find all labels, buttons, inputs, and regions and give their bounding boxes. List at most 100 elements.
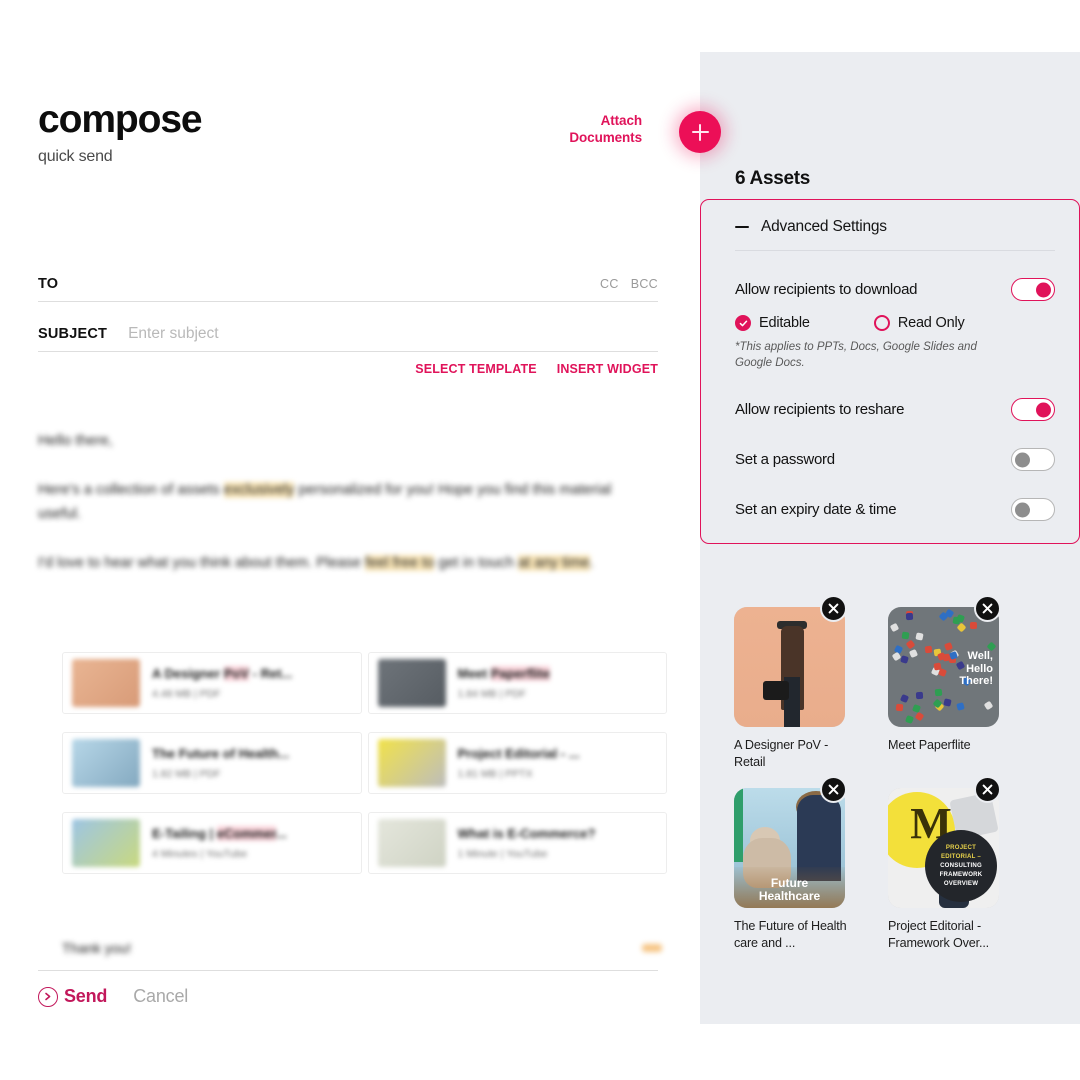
mail-asset-grid: A Designer PoV - Ret... 4.48 MB | PDF Meet…: [62, 652, 667, 892]
bcc-link[interactable]: BCC: [631, 277, 658, 291]
attach-line-2: Documents: [569, 130, 642, 146]
toggle-set-expiry[interactable]: [1011, 498, 1055, 522]
mail-asset-card[interactable]: Project Editorial - ... 1.81 MB | PPTX: [367, 732, 667, 794]
asset-thumbnail[interactable]: Well, Hello There!: [888, 607, 999, 727]
mail-body[interactable]: Hello there, Here's a collection of asse…: [38, 430, 668, 601]
mail-asset-thumbnail: [377, 819, 446, 867]
toggle-knob: [1015, 502, 1030, 518]
pin-decoration: [956, 702, 965, 711]
panel-asset-card[interactable]: A Designer PoV - Retail: [734, 595, 879, 772]
attach-documents-button[interactable]: [679, 111, 721, 153]
body-paragraph-1: Here's a collection of assets exclusivel…: [38, 479, 658, 526]
circle-icon: [873, 315, 890, 331]
mail-asset-thumbnail: [72, 739, 140, 787]
check-circle-icon: [735, 315, 751, 331]
mail-asset-title: Project Editorial - ...: [457, 746, 580, 761]
pin-decoration: [983, 700, 994, 711]
pin-decoration: [938, 667, 948, 677]
attach-documents-label[interactable]: Attach Documents: [569, 112, 642, 147]
cc-link[interactable]: CC: [600, 277, 619, 291]
asset-title: Meet Paperflite: [888, 738, 971, 752]
pin-decoration: [916, 691, 924, 699]
pin-decoration: [895, 703, 904, 712]
mail-asset-meta-text: 1.81 MB | PPTX: [457, 768, 533, 780]
panel-asset-grid: A Designer PoV - Retail Well, Hello There!…: [734, 595, 1054, 953]
mail-asset-title: Meet Paperflite: [457, 666, 550, 681]
mail-asset-meta-text: 4 Minutes | YouTube: [152, 848, 248, 860]
remove-asset-button[interactable]: [974, 775, 1001, 803]
circle-arrow-right-icon: [38, 986, 58, 1007]
pin-decoration: [899, 655, 909, 664]
mail-asset-title: The Future of Health...: [152, 746, 290, 761]
radio-editable[interactable]: Editable: [735, 315, 810, 331]
pin-decoration: [911, 703, 921, 713]
panel-asset-card[interactable]: Well, Hello There! Meet Paperflite: [888, 595, 1033, 772]
pin-decoration: [901, 631, 910, 640]
mail-asset-meta: A Designer PoV - Ret... 4.48 MB | PDF: [152, 666, 292, 700]
editable-readonly-radio-group: Editable Read Only: [735, 315, 1055, 331]
mail-asset-meta-text: 1.84 MB | PDF: [457, 688, 527, 700]
toggle-allow-reshare[interactable]: [1011, 398, 1055, 422]
radio-read-only[interactable]: Read Only: [873, 315, 965, 331]
panel-asset-card[interactable]: Future Healthcare The Future of Health ca…: [734, 775, 879, 953]
mail-asset-meta-text: 1.82 MB | PDF: [152, 768, 221, 780]
pin-decoration: [904, 714, 914, 724]
signature-mark: [642, 944, 662, 952]
thumbnail-overlay-text: PROJECT EDITORIAL – CONSULTING FRAMEWORK OVE…: [939, 843, 983, 888]
subject-input[interactable]: [126, 323, 567, 344]
remove-asset-button[interactable]: [820, 595, 847, 622]
toggle-knob: [1015, 452, 1030, 468]
signoff-text: Thank you!: [62, 940, 132, 956]
pin-decoration: [924, 645, 933, 654]
pin-decoration: [899, 693, 910, 703]
radio-label-read-only: Read Only: [897, 315, 965, 331]
panel-asset-card[interactable]: M PROJECT EDITORIAL – CONSULTING FRAMEWORK O…: [888, 775, 1033, 953]
toggle-set-password[interactable]: [1011, 448, 1055, 472]
mail-asset-card[interactable]: E-Tailing | eCommer... 4 Minutes | YouTub…: [62, 812, 362, 874]
pin-decoration: [970, 622, 978, 630]
pin-decoration: [943, 698, 952, 707]
setting-row-password: Set a password: [735, 448, 1055, 472]
asset-thumbnail[interactable]: M PROJECT EDITORIAL – CONSULTING FRAMEWORK O…: [888, 787, 999, 908]
mail-asset-meta: What is E-Commerce? 1 Minute | YouTube: [458, 826, 596, 860]
insert-widget-link[interactable]: INSERT WIDGET: [557, 362, 658, 376]
remove-asset-button[interactable]: [820, 775, 847, 803]
radio-label-editable: Editable: [759, 315, 810, 331]
mail-asset-title-keyword: Paperflite: [490, 666, 550, 681]
advanced-settings-card: Advanced Settings Allow recipients to do…: [700, 199, 1080, 545]
body-p2-highlight-1: feel free to: [365, 554, 435, 571]
send-button[interactable]: Send: [38, 986, 107, 1007]
attach-line-1: Attach: [600, 113, 643, 128]
remove-asset-button[interactable]: [974, 595, 1001, 622]
pin-decoration: [914, 632, 924, 641]
mail-asset-card[interactable]: Meet Paperflite 1.84 MB | PDF: [367, 652, 667, 714]
mail-asset-card[interactable]: A Designer PoV - Ret... 4.48 MB | PDF: [62, 652, 362, 714]
select-template-link[interactable]: SELECT TEMPLATE: [415, 362, 536, 376]
subject-label: SUBJECT: [38, 325, 108, 342]
asset-thumbnail[interactable]: Future Healthcare: [734, 787, 845, 908]
mail-asset-title: What is E-Commerce?: [457, 826, 596, 841]
setting-row-expiry: Set an expiry date & time: [735, 498, 1055, 522]
designer-pov-artwork: [734, 607, 845, 727]
action-bar: Send Cancel: [38, 986, 188, 1007]
mail-asset-thumbnail: [377, 739, 446, 787]
asset-title: Project Editorial - Framework Over...: [888, 918, 990, 950]
to-field-row[interactable]: TO CC BCC: [38, 266, 658, 302]
asset-thumbnail[interactable]: [734, 607, 845, 727]
cancel-button[interactable]: Cancel: [133, 986, 188, 1007]
toggle-allow-download[interactable]: [1011, 278, 1055, 301]
pin-decoration: [944, 642, 954, 652]
to-label: TO: [38, 275, 59, 292]
page-subtitle: quick send: [38, 148, 113, 165]
mail-asset-card[interactable]: What is E-Commerce? 1 Minute | YouTube: [367, 812, 667, 874]
body-greeting: Hello there,: [38, 433, 113, 449]
body-p1-a: Here's a collection of assets: [38, 482, 224, 499]
advanced-settings-header[interactable]: Advanced Settings: [735, 218, 1055, 251]
setting-label-expiry: Set an expiry date & time: [735, 501, 897, 519]
setting-row-reshare: Allow recipients to reshare: [735, 398, 1055, 422]
minus-icon[interactable]: [735, 225, 749, 229]
pin-decoration: [889, 622, 899, 633]
mail-asset-card[interactable]: The Future of Health... 1.82 MB | PDF: [62, 732, 362, 794]
setting-label-download: Allow recipients to download: [735, 281, 918, 298]
subject-field-row[interactable]: SUBJECT: [38, 316, 658, 352]
